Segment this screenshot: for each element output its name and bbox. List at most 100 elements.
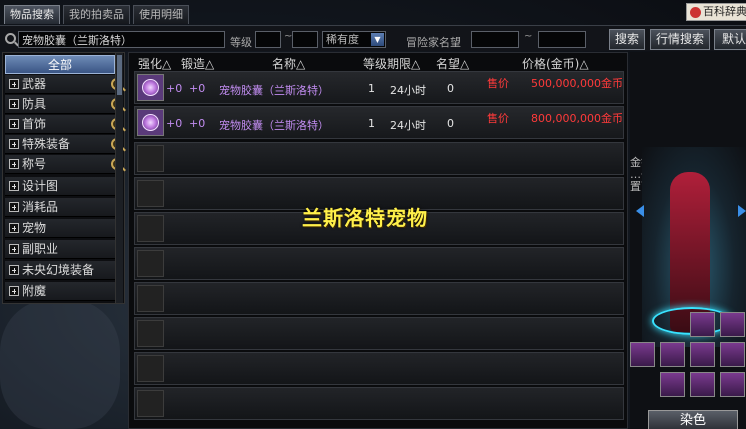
category-title[interactable]: 称号 [5,155,123,174]
category-scrollbar[interactable] [115,53,123,303]
equipment-slot[interactable] [720,312,745,337]
wiki-button[interactable]: 百科辞典 [686,3,746,21]
expand-icon[interactable] [9,265,19,275]
default-button[interactable]: 默认 [714,29,746,50]
scrollbar-thumb[interactable] [117,55,122,95]
category-label: 消耗品 [22,200,59,214]
column-level-limit[interactable]: 等级期限△ [363,55,420,72]
results-table: 强化△ 锻造△ 名称△ 等级期限△ 名望△ 价格(金币)△ +0 +0 宠物胶囊… [128,52,628,429]
category-label: 未央幻境装备 [22,263,95,277]
column-price[interactable]: 价格(金币)△ [522,55,589,72]
expand-icon[interactable] [9,99,19,109]
category-special-equipment[interactable]: 特殊装备 [5,135,123,154]
table-header: 强化△ 锻造△ 名称△ 等级期限△ 名望△ 价格(金币)△ [129,55,629,71]
expand-icon[interactable] [9,139,19,149]
price-value: 500,000,000金币 [531,77,623,90]
category-weiyang-equipment[interactable]: 未央幻境装备 [5,261,115,280]
table-row-empty [134,142,624,175]
column-enhance[interactable]: 强化△ [138,55,171,72]
item-slot [137,250,164,277]
fame-min-input[interactable] [471,31,519,48]
tab-item-search[interactable]: 物品搜索 [4,5,60,24]
equipment-slot[interactable] [630,342,655,367]
price-status: 售价 [487,77,509,90]
wiki-label: 百科辞典 [703,5,746,18]
item-name: 宠物胶囊（兰斯洛特） [219,84,329,97]
enhance-value: +0 [166,117,183,130]
search-button[interactable]: 搜索 [609,29,645,50]
search-input[interactable] [18,31,225,48]
category-pet[interactable]: 宠物 [5,219,115,238]
tab-my-auctions[interactable]: 我的拍卖品 [63,5,130,24]
expand-icon[interactable] [9,181,19,191]
equipment-slot[interactable] [690,372,715,397]
table-row-empty [134,352,624,385]
expand-icon[interactable] [9,202,19,212]
forge-value: +0 [189,117,206,130]
level-min-input[interactable] [255,31,281,48]
overlay-caption: 兰斯洛特宠物 [302,206,428,230]
expand-icon[interactable] [9,159,19,169]
category-weapon[interactable]: 武器 [5,75,123,94]
item-slot [137,215,164,242]
equipment-slot[interactable] [660,372,685,397]
search-icon [5,33,16,44]
equipment-slot[interactable] [690,342,715,367]
category-subprofession[interactable]: 副职业 [5,240,115,259]
level-label: 等级 [230,36,252,49]
expand-icon[interactable] [9,79,19,89]
category-consumable[interactable]: 消耗品 [5,198,115,217]
category-blueprint[interactable]: 设计图 [5,177,115,196]
fame-max-input[interactable] [538,31,586,48]
column-name[interactable]: 名称△ [272,55,305,72]
table-row-empty [134,247,624,280]
rotate-right-icon[interactable] [738,205,746,217]
dye-button[interactable]: 染色 [648,410,738,429]
search-bar: 等级 ~ 稀有度 ▼ 冒险家名望 ~ 搜索 行情搜索 默认 [0,25,746,51]
equipment-slot[interactable] [690,312,715,337]
price-value: 800,000,000金币 [531,112,623,125]
price-status: 售价 [487,112,509,125]
category-all[interactable]: 全部 [5,55,115,74]
duration-value: 24小时 [390,119,426,132]
tab-bar: 物品搜索 我的拍卖品 使用明细 [4,5,189,25]
item-name: 宠物胶囊（兰斯洛特） [219,119,329,132]
market-search-button[interactable]: 行情搜索 [650,29,710,50]
item-slot[interactable] [137,109,164,136]
rotate-left-icon[interactable] [636,205,644,217]
category-label: 防具 [22,97,47,111]
level-max-input[interactable] [292,31,318,48]
table-row[interactable]: +0 +0 宠物胶囊（兰斯洛特） 1 24小时 0 售价 500,000,000… [134,71,624,104]
character-panel: 金钢的异次元 …一个人 置下去了 相 [630,52,746,429]
equipment-slot[interactable] [720,342,745,367]
category-label: 称号 [22,157,47,171]
expand-icon[interactable] [9,244,19,254]
table-row[interactable]: +0 +0 宠物胶囊（兰斯洛特） 1 24小时 0 售价 800,000,000… [134,106,624,139]
fame-range-separator: ~ [524,31,533,42]
expand-icon[interactable] [9,223,19,233]
wiki-icon [690,6,701,18]
item-slot [137,320,164,347]
item-slot [137,355,164,382]
category-label: 附魔 [22,284,47,298]
item-slot[interactable] [137,74,164,101]
category-label: 首饰 [22,117,47,131]
rarity-dropdown[interactable]: 稀有度 ▼ [322,31,386,48]
item-slot [137,285,164,312]
fame-value: 0 [447,117,454,130]
column-forge[interactable]: 锻造△ [181,55,214,72]
expand-icon[interactable] [9,286,19,296]
tab-usage-details[interactable]: 使用明细 [133,5,189,24]
expand-icon[interactable] [9,119,19,129]
equipment-slot[interactable] [720,372,745,397]
category-armor[interactable]: 防具 [5,95,123,114]
enhance-value: +0 [166,82,183,95]
equipment-slot[interactable] [660,342,685,367]
forge-value: +0 [189,82,206,95]
category-accessory[interactable]: 首饰 [5,115,123,134]
category-list: 全部 武器 防具 首饰 特殊装备 称号 设计图 消耗品 宠物 副职业 未央幻境装… [2,52,125,304]
column-fame[interactable]: 名望△ [436,55,469,72]
category-label: 设计图 [22,179,59,193]
category-label: 特殊装备 [22,137,71,151]
category-enchant[interactable]: 附魔 [5,282,115,301]
